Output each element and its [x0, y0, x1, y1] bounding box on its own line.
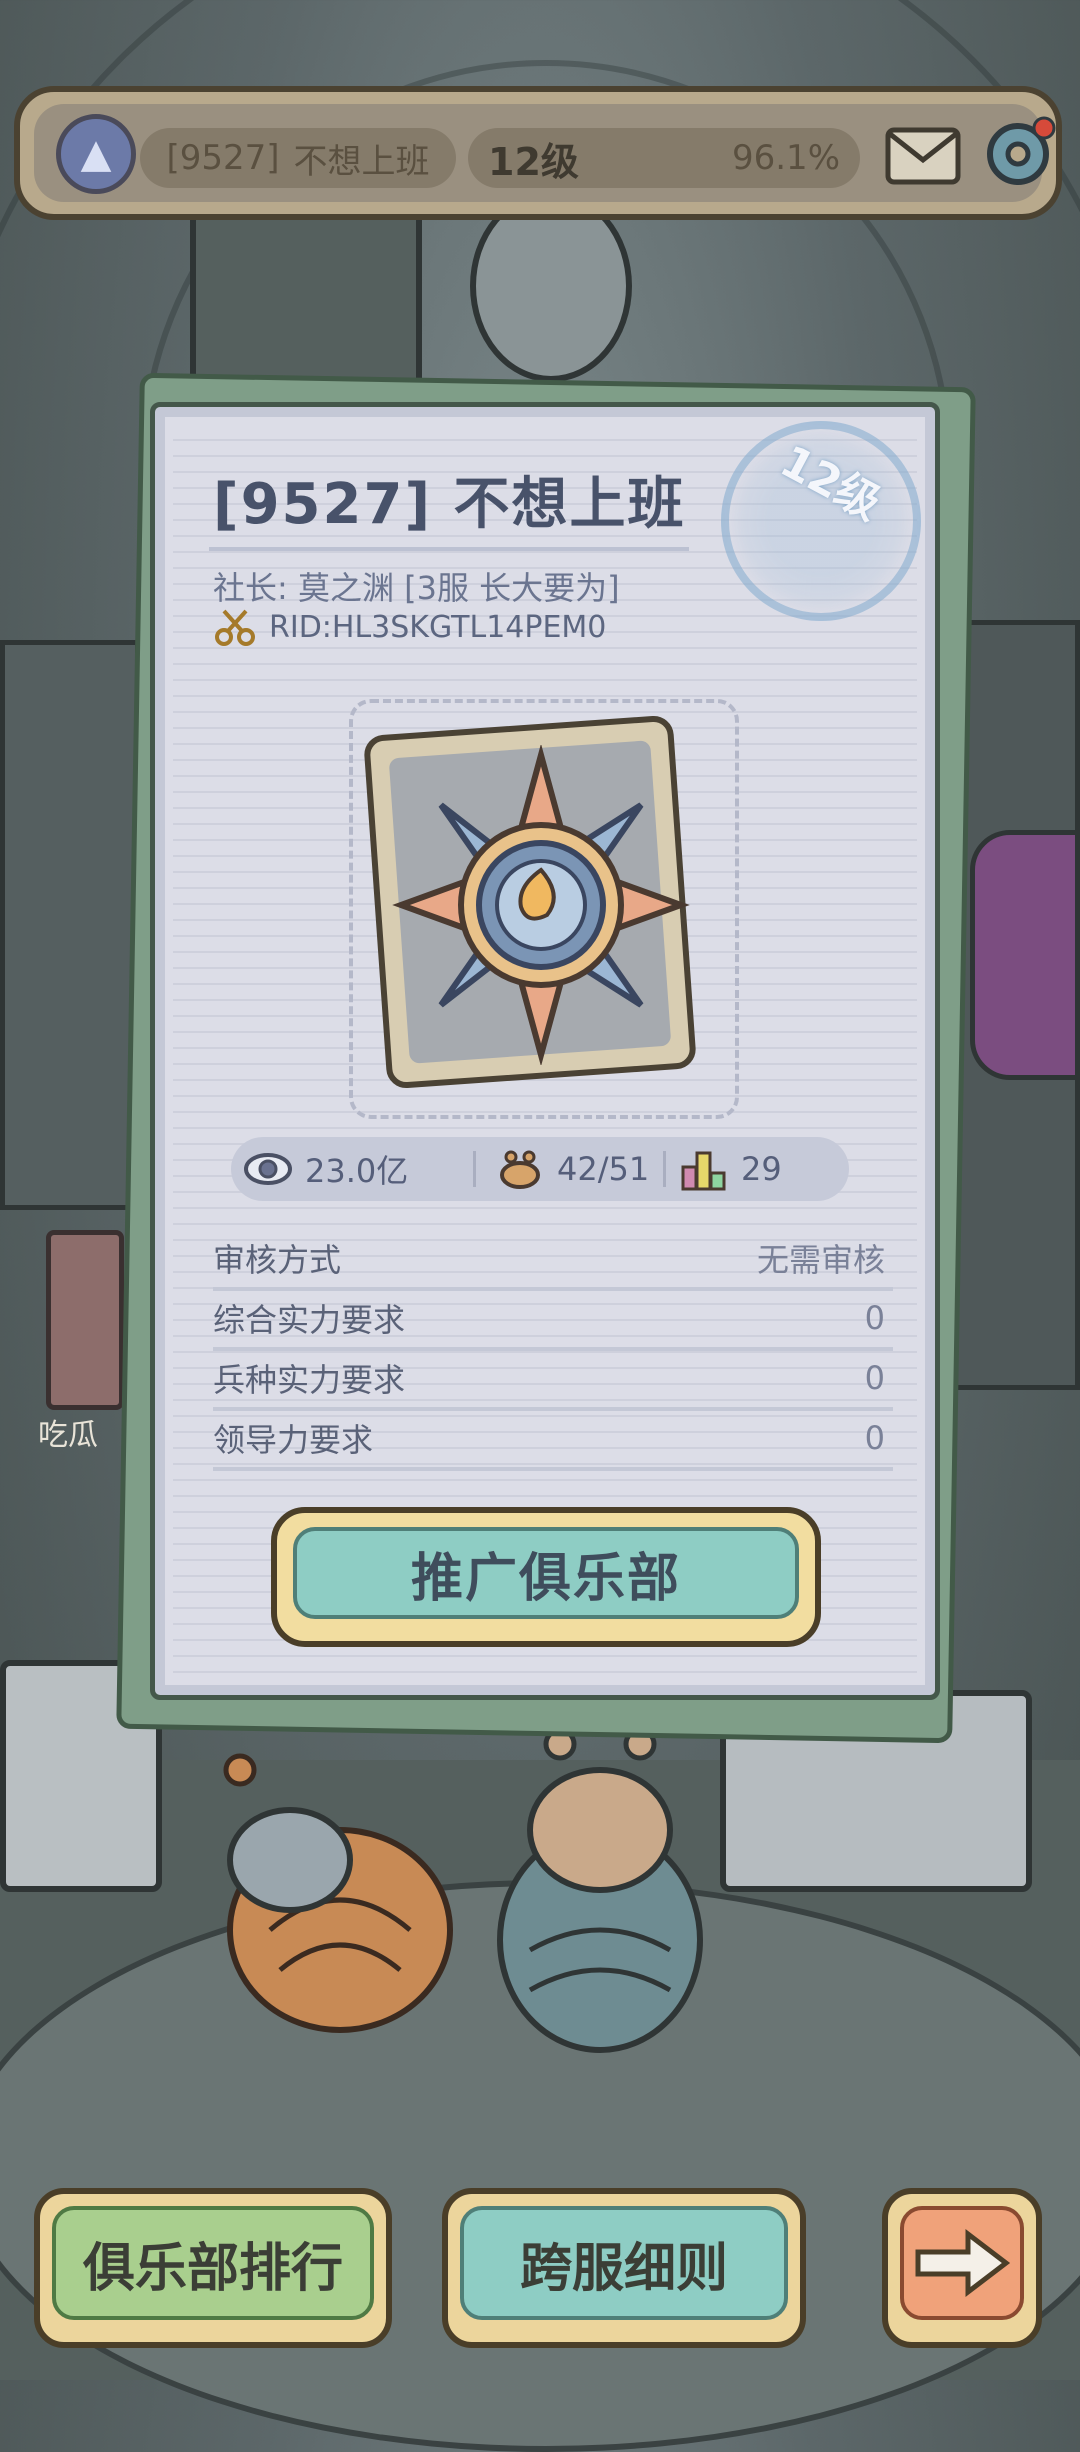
- snail-character-right: [497, 1727, 703, 2053]
- top-status-bar: ▲ [9527] 不想上班 12级 96.1%: [14, 86, 1062, 220]
- eye-icon: [244, 1153, 292, 1185]
- right-arrow-icon: [915, 2228, 1011, 2298]
- club-title: [9527] 不想上班: [213, 472, 686, 537]
- mail-icon[interactable]: [884, 120, 962, 188]
- snail-character-left: [223, 1753, 453, 2033]
- settings-gear-icon[interactable]: [978, 114, 1058, 194]
- club-level-progress: 12级 96.1%: [468, 128, 860, 188]
- requirement-row-leadership: 领导力要求 0: [213, 1409, 893, 1471]
- club-rid: RID:HL3SKGTL14PEM0: [269, 609, 607, 645]
- member-snail-icon: [500, 1150, 540, 1189]
- club-emblem-badge-icon: [392, 745, 690, 1065]
- side-event-label: 吃瓜: [38, 1418, 98, 1453]
- requirement-row-troop-power: 兵种实力要求 0: [213, 1349, 893, 1411]
- club-stats-bar: 23.0亿 42/51 29: [231, 1137, 849, 1201]
- cross-server-rules-button[interactable]: 跨服细则: [442, 2188, 806, 2348]
- club-info-card: 12级 [9527] 不想上班 社长: 莫之渊 [3服 长大要为] RID:HL…: [150, 402, 940, 1700]
- stat-members: 42/51: [495, 1147, 649, 1191]
- club-level-percent: 96.1%: [731, 138, 840, 178]
- requirement-row-review: 审核方式 无需审核: [213, 1229, 893, 1291]
- stat-rank: 29: [679, 1147, 782, 1191]
- stat-views: 23.0亿: [243, 1146, 408, 1192]
- club-leader: 社长: 莫之渊 [3服 长大要为]: [213, 569, 620, 607]
- club-name: 不想上班: [293, 141, 430, 182]
- club-level: 12级: [488, 139, 579, 184]
- requirement-row-overall-power: 综合实力要求 0: [213, 1289, 893, 1351]
- next-arrow-button[interactable]: [882, 2188, 1042, 2348]
- club-rid-row[interactable]: RID:HL3SKGTL14PEM0: [213, 607, 606, 647]
- club-tag: [9527]: [166, 138, 280, 178]
- podium-icon: [681, 1151, 726, 1191]
- club-emblem-icon[interactable]: ▲: [56, 114, 136, 194]
- club-name-pill[interactable]: [9527] 不想上班: [140, 128, 456, 188]
- scissors-icon: [215, 609, 255, 646]
- side-event-icon[interactable]: [46, 1230, 124, 1410]
- club-ranking-button[interactable]: 俱乐部排行: [34, 2188, 392, 2348]
- promote-club-button[interactable]: 推广俱乐部: [271, 1507, 821, 1647]
